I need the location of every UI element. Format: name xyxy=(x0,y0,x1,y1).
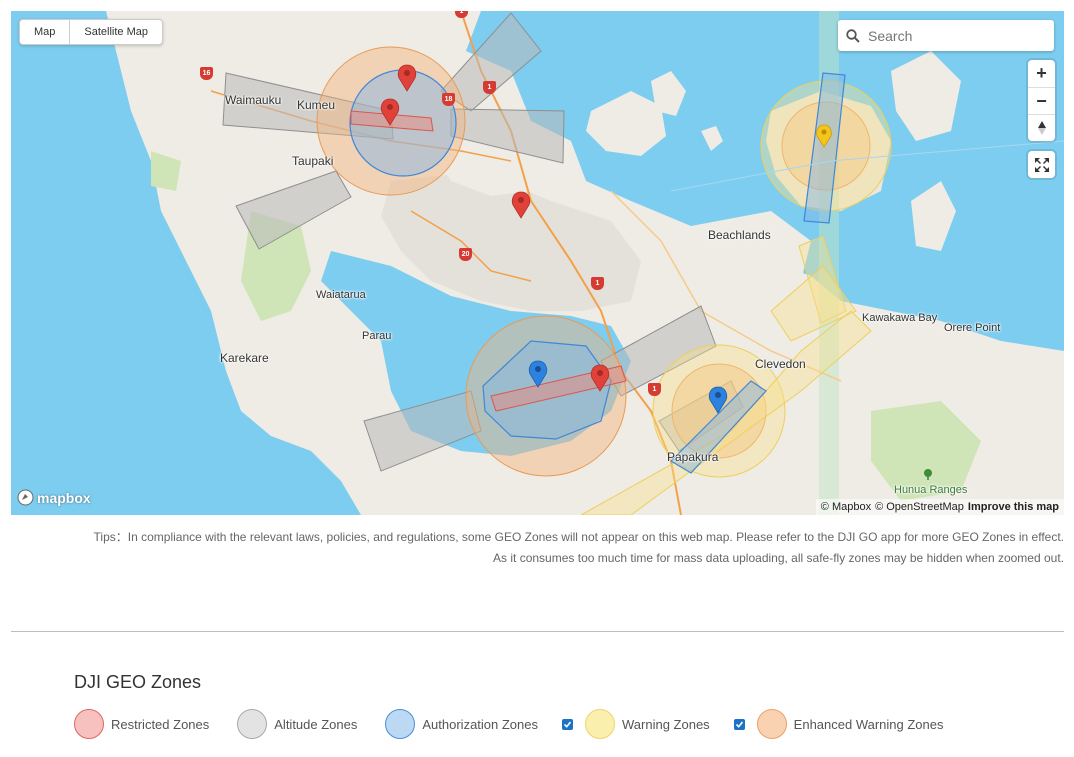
legend-title: DJI GEO Zones xyxy=(74,672,202,692)
map-type-map-button[interactable]: Map xyxy=(20,20,69,44)
compass-icon xyxy=(1037,121,1046,135)
fullscreen-button[interactable] xyxy=(1028,151,1055,178)
place-label: Kumeu xyxy=(297,98,336,112)
search-icon xyxy=(846,28,860,43)
legend-label: Restricted Zones xyxy=(111,716,210,732)
fullscreen-icon xyxy=(1034,157,1049,172)
legend-label: Warning Zones xyxy=(622,716,710,732)
legend-label: Enhanced Warning Zones xyxy=(793,716,944,732)
legend-label: Authorization Zones xyxy=(422,716,538,732)
place-label: Beachlands xyxy=(708,228,771,242)
tips-line-2: As it consumes too much time for mass da… xyxy=(493,551,1064,565)
place-label: Waiatarua xyxy=(316,289,366,301)
legend-item-authorization: Authorization Zones xyxy=(385,709,538,739)
zoom-in-button[interactable]: + xyxy=(1028,60,1055,87)
search-box[interactable] xyxy=(838,20,1054,51)
compass-button[interactable] xyxy=(1028,114,1055,141)
place-label: Parau xyxy=(362,330,392,342)
section-divider xyxy=(11,631,1064,632)
enhanced-warning-zone-swatch xyxy=(756,709,787,739)
map-canvas[interactable] xyxy=(11,11,1064,515)
checkmark-icon xyxy=(563,720,572,728)
checkmark-icon xyxy=(735,720,743,728)
place-label: Orere Point xyxy=(944,322,1001,334)
zone-legend: Restricted Zones Altitude Zones Authoriz… xyxy=(74,709,972,739)
place-label: Hunua Ranges xyxy=(894,484,968,496)
legend-item-warning: Warning Zones xyxy=(562,709,710,739)
road-shield: 1 xyxy=(591,277,604,290)
mapbox-logo-text: mapbox xyxy=(37,489,91,506)
place-label: Papakura xyxy=(667,450,719,464)
warning-zones-checkbox[interactable] xyxy=(562,718,573,730)
authorization-zone-swatch xyxy=(385,709,416,739)
map-type-satellite-button[interactable]: Satellite Map xyxy=(69,20,162,44)
restricted-zone-swatch xyxy=(74,709,104,739)
place-label: Taupaki xyxy=(292,154,334,168)
road-shield: 16 xyxy=(200,67,213,80)
warning-zone-swatch xyxy=(585,709,615,739)
place-label: Kawakawa Bay xyxy=(862,312,938,324)
mapbox-logo-icon xyxy=(17,489,34,506)
legend-item-altitude: Altitude Zones xyxy=(237,709,357,739)
search-input[interactable] xyxy=(868,27,1038,44)
zoom-out-button[interactable]: − xyxy=(1028,87,1055,114)
road-shield: 20 xyxy=(459,248,472,261)
tips-line-1: Tips：In compliance with the relevant law… xyxy=(93,530,1064,544)
legend-label: Altitude Zones xyxy=(274,716,358,732)
zoom-controls: + − xyxy=(1028,60,1055,141)
place-label: Clevedon xyxy=(755,357,806,371)
attribution-mapbox-link[interactable]: © Mapbox xyxy=(821,501,871,513)
altitude-zone-swatch xyxy=(237,709,268,739)
map-attribution: © Mapbox © OpenStreetMap Improve this ma… xyxy=(815,499,1064,515)
map-view[interactable]: 16 1 18 1 20 1 1 Waimauku Kumeu Taupaki Beachl… xyxy=(11,11,1064,515)
attribution-osm-link[interactable]: © OpenStreetMap xyxy=(875,501,964,513)
road-shield: 1 xyxy=(648,383,661,396)
place-label: Waimauku xyxy=(225,93,282,107)
road-shield: 18 xyxy=(442,93,455,106)
road-shield: 1 xyxy=(483,81,496,94)
enhanced-warning-zones-checkbox[interactable] xyxy=(733,718,745,730)
place-label: Karekare xyxy=(220,351,269,365)
map-type-toggle: Map Satellite Map xyxy=(19,19,163,45)
legend-item-restricted: Restricted Zones xyxy=(74,709,209,739)
tips-text: Tips：In compliance with the relevant law… xyxy=(94,527,1064,569)
legend-item-enhanced-warning: Enhanced Warning Zones xyxy=(733,709,944,739)
mapbox-logo[interactable]: mapbox xyxy=(17,489,91,506)
improve-map-link[interactable]: Improve this map xyxy=(968,501,1059,513)
